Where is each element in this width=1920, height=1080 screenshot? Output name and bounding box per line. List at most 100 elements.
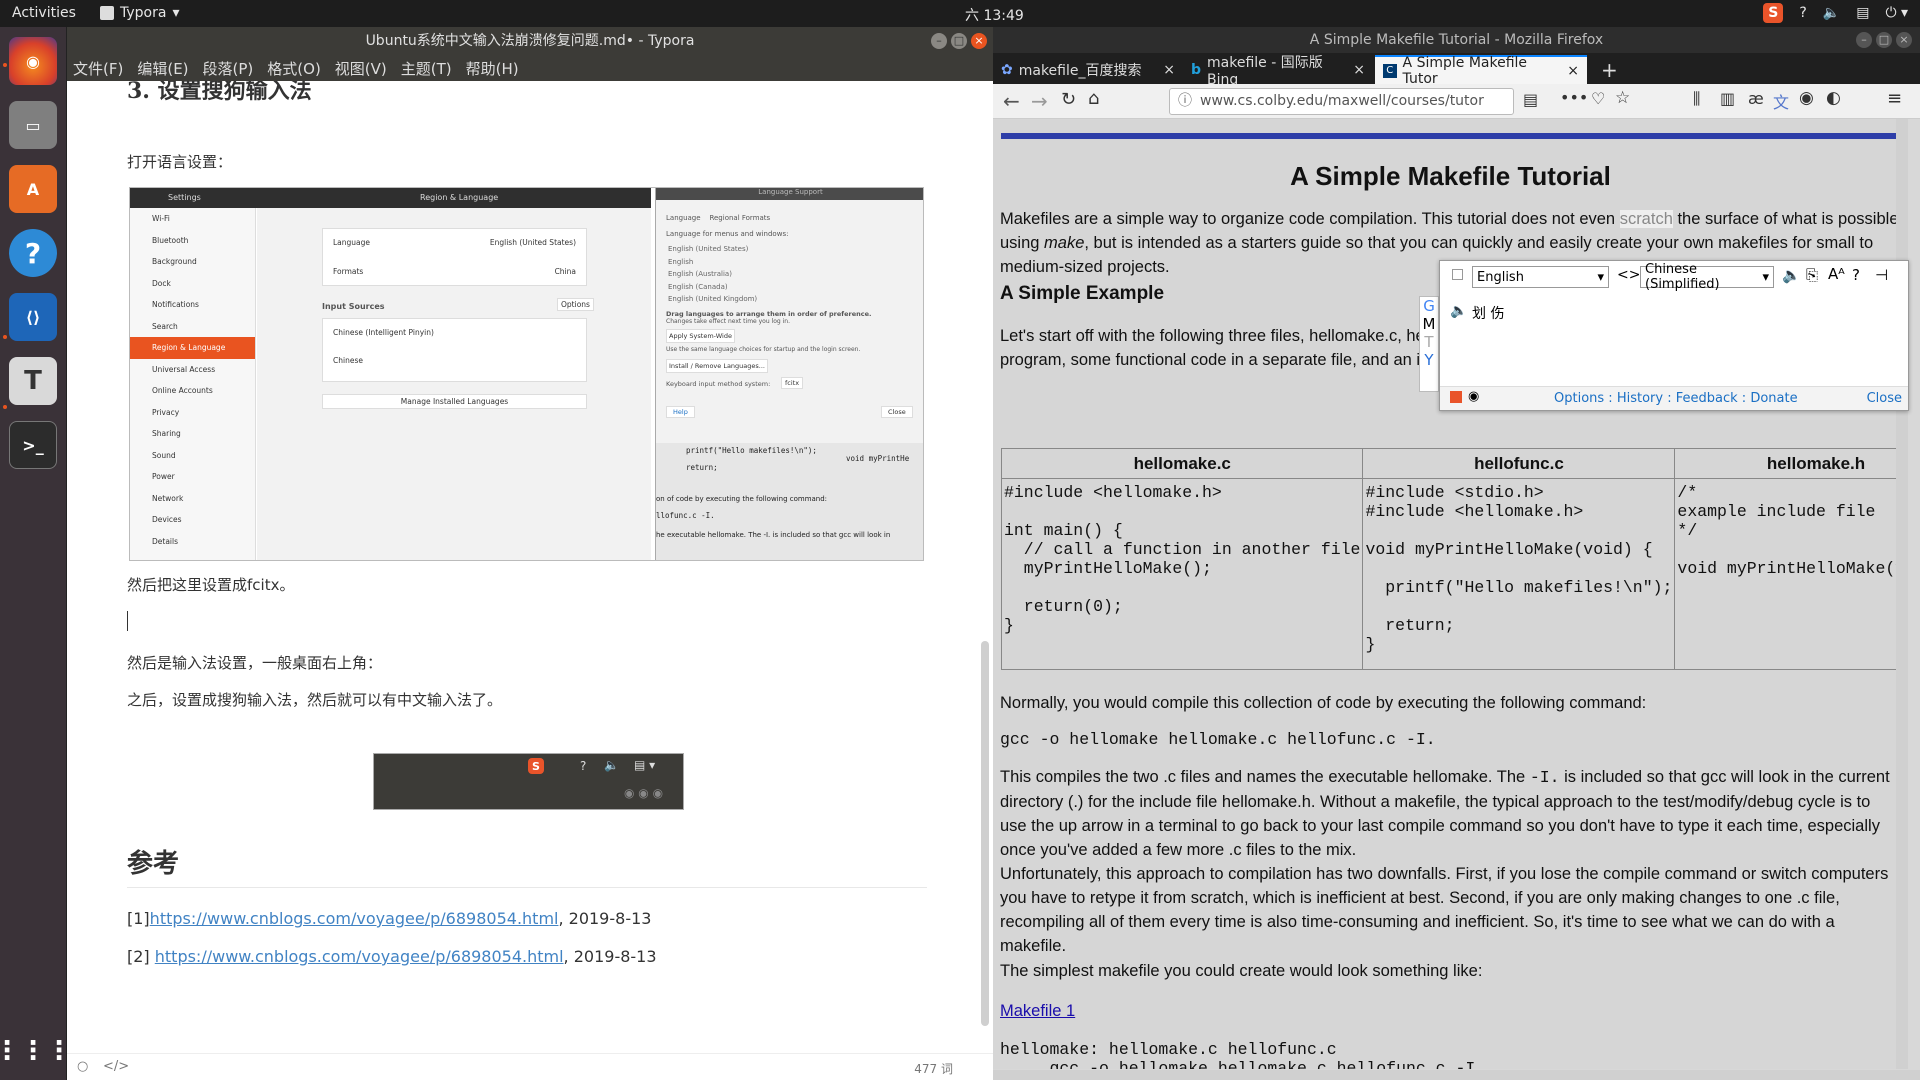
ae-extension-icon[interactable]: æ [1748,89,1764,108]
terminal-icon[interactable]: >_ [9,421,57,469]
sogou-icon[interactable]: S [1763,3,1784,23]
home-icon[interactable]: ⌂ [1088,88,1099,109]
reference-link[interactable]: https://www.cnblogs.com/voyagee/p/689805… [155,947,564,966]
language-support-dialog: Language Support Language Regional Forma… [655,188,923,443]
microsoft-translate-button[interactable]: M [1423,315,1436,333]
formats-value: China [554,267,576,276]
auto-checkbox[interactable] [1452,269,1463,280]
target-language-select[interactable]: Chinese (Simplified) ▾ [1640,262,1774,292]
app-menu[interactable]: Typora ▾ [100,5,179,21]
tab-baidu[interactable]: ✿ makefile_百度搜索 × [993,55,1183,84]
swap-languages-icon[interactable]: <> [1617,267,1640,283]
help-icon[interactable]: ? [1799,5,1806,21]
tab-bing[interactable]: b makefile - 国际版 Bing × [1183,55,1373,88]
highlighted-word[interactable]: scratch [1619,210,1673,228]
page-actions-icon[interactable]: ••• [1560,88,1588,107]
history-link[interactable]: History [1617,391,1663,406]
url-bar[interactable]: ⓘ www.cs.colby.edu/maxwell/courses/tutor [1169,88,1514,115]
help-icon[interactable]: ? [9,229,57,277]
firefox-icon[interactable]: ◉ [9,37,57,85]
options-link[interactable]: Options [1554,391,1604,406]
close-icon[interactable]: × [971,33,987,49]
input-sources-card: Chinese (Intelligent Pinyin) Chinese [322,318,587,382]
volume-icon: 🔈 [604,758,619,772]
sidebar-toggle-icon[interactable]: ○ [77,1059,88,1074]
references-heading: 参考 [127,849,180,879]
power-menu-icon[interactable]: ⏻ ▾ [1885,5,1908,21]
source-language-select[interactable]: English ▾ [1472,266,1609,288]
account-icon[interactable]: ◉ [1799,88,1814,108]
bookmark-star-icon[interactable]: ☆ [1615,88,1630,108]
bing-icon: b [1191,61,1202,78]
checked-icon[interactable] [1450,391,1462,403]
library-icon[interactable]: ⫼ [1693,89,1700,109]
menu-view[interactable]: 视图(V) [335,58,387,79]
donate-link[interactable]: Donate [1750,391,1797,406]
software-icon[interactable]: A [9,165,57,213]
close-link[interactable]: Close [1867,391,1902,406]
vscode-icon[interactable]: ⟨⟩ [9,293,57,341]
minimize-icon[interactable]: – [1856,32,1872,48]
back-icon[interactable]: ← [1003,89,1020,113]
menu-file[interactable]: 文件(F) [73,58,123,79]
tab-label: A Simple Makefile Tutor [1402,54,1528,87]
menu-help[interactable]: 帮助(H) [466,58,519,79]
clipboard-icon[interactable]: ▤ [1856,5,1869,21]
new-tab-icon[interactable]: + [1593,55,1626,84]
editor-scrollbar[interactable] [981,641,989,1026]
menu-format[interactable]: 格式(O) [267,58,321,79]
forward-icon[interactable]: → [1031,89,1048,113]
reference-link[interactable]: https://www.cnblogs.com/voyagee/p/689805… [150,909,559,928]
show-apps-icon[interactable]: ⋮⋮⋮ [0,1027,72,1075]
typora-editor[interactable]: 3. 设置搜狗输入法 打开语言设置： Settings Region & Lang… [67,81,993,1053]
menu-theme[interactable]: 主题(T) [401,58,452,79]
horizontal-scrollbar[interactable] [993,1070,1920,1080]
feedback-link[interactable]: Feedback [1676,391,1738,406]
window-buttons-icon: ◉ ◉ ◉ [624,786,664,800]
source-mode-icon[interactable]: </> [103,1059,129,1074]
info-icon[interactable]: ⓘ [1178,89,1192,114]
translate-extension-icon[interactable]: 文 [1773,89,1789,113]
sidebar-icon[interactable]: ▥ [1720,89,1735,108]
close-tab-icon[interactable]: × [1353,62,1365,78]
google-translate-button[interactable]: G [1423,297,1435,315]
menu-paragraph[interactable]: 段落(P) [203,58,254,79]
typora-icon[interactable]: T [9,357,57,405]
reader-view-icon[interactable]: ▤ [1523,90,1538,109]
close-icon[interactable]: × [1896,32,1912,48]
makefile-1-link[interactable]: Makefile 1 [1000,1002,1075,1020]
speaker-icon[interactable]: 🔈 [1450,303,1467,319]
code-line: on of code by executing the following co… [656,495,828,503]
yandex-translate-button[interactable]: Y [1424,351,1433,369]
font-size-icon[interactable]: Aᴬ [1828,265,1845,283]
speaker-icon[interactable]: 🔈 [1782,266,1801,284]
extension-icon[interactable]: ◐ [1826,88,1841,108]
close-tab-icon[interactable]: × [1567,63,1579,79]
minimize-icon[interactable]: – [931,33,947,49]
manage-languages-button: Manage Installed Languages [322,394,587,409]
translate-t-button[interactable]: T [1424,333,1433,351]
reload-icon[interactable]: ↻ [1061,89,1076,110]
clock[interactable]: 六 13:49 [965,5,1024,25]
tab-makefile-tutorial[interactable]: C A Simple Makefile Tutor × [1375,54,1587,87]
tray-screenshot: S ? 🔈 ▤ ▾ ◉ ◉ ◉ [373,753,684,810]
pin-icon[interactable]: ⊣ [1875,266,1888,284]
menu-edit[interactable]: 编辑(E) [137,58,188,79]
typora-menubar: 文件(F) 编辑(E) 段落(P) 格式(O) 视图(V) 主题(T) 帮助(H… [67,55,993,81]
word-count[interactable]: 477 词 [914,1060,953,1077]
maximize-icon[interactable]: □ [951,33,967,49]
maximize-icon[interactable]: □ [1876,32,1892,48]
copy-icon[interactable]: ⎘ [1806,266,1818,284]
volume-icon[interactable]: 🔈 [1823,5,1840,21]
hamburger-menu-icon[interactable]: ≡ [1887,88,1902,109]
files-icon[interactable]: ▭ [9,101,57,149]
compiles-code: -I. [1529,768,1560,787]
bubble-icon[interactable]: ◉ [1468,389,1479,404]
top-bar: Activities Typora ▾ 六 13:49 S ? 🔈 ▤ ⏻ ▾ [0,0,1920,27]
translator-popup: English ▾ <> Chinese (Simplified) ▾ 🔈 ⎘ Aᴬ… [1439,260,1909,411]
help-icon[interactable]: ? [1852,266,1860,284]
pocket-icon[interactable]: ♡ [1591,89,1605,108]
paragraph-compiles: This compiles the two .c files and names… [1000,765,1900,862]
close-tab-icon[interactable]: × [1163,62,1175,78]
activities-button[interactable]: Activities [12,5,76,21]
